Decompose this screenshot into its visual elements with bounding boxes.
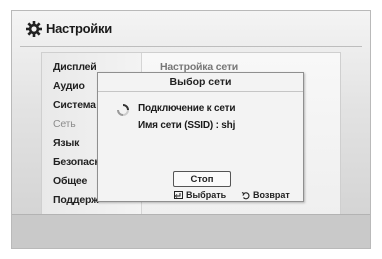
return-icon (241, 191, 250, 199)
network-select-dialog: Выбор сети Подключение к сети Имя сети (… (97, 72, 304, 202)
menu-item-network[interactable]: Сеть (53, 118, 76, 130)
enter-icon (174, 190, 183, 199)
dialog-title: Выбор сети (98, 73, 303, 92)
menu-item-support[interactable]: Поддерж (53, 194, 99, 206)
gear-icon (25, 20, 43, 38)
stop-button[interactable]: Стоп (173, 171, 231, 187)
ssid-text: Имя сети (SSID) : shj (138, 120, 236, 131)
header: Настройки (12, 11, 370, 46)
return-hint-label: Возврат (253, 190, 290, 200)
menu-item-audio[interactable]: Аудио (53, 80, 85, 92)
loading-spinner-icon (117, 103, 129, 116)
menu-item-language[interactable]: Язык (53, 137, 79, 149)
select-hint[interactable]: Выбрать (174, 190, 226, 200)
tv-settings-screen: Настройки Дисплей Аудио Система Сеть Язы… (11, 10, 371, 249)
menu-item-general[interactable]: Общее (53, 175, 87, 187)
return-hint[interactable]: Возврат (241, 190, 290, 200)
header-divider (20, 46, 362, 47)
menu-item-security[interactable]: Безопасн (53, 156, 101, 168)
dialog-hints: Выбрать Возврат (98, 190, 303, 202)
menu-item-display[interactable]: Дисплей (53, 61, 97, 73)
select-hint-label: Выбрать (186, 190, 227, 200)
bottom-bar (12, 214, 370, 248)
connection-status-text: Подключение к сети (138, 103, 236, 114)
page-title: Настройки (46, 21, 112, 36)
menu-item-system[interactable]: Система (53, 99, 96, 111)
